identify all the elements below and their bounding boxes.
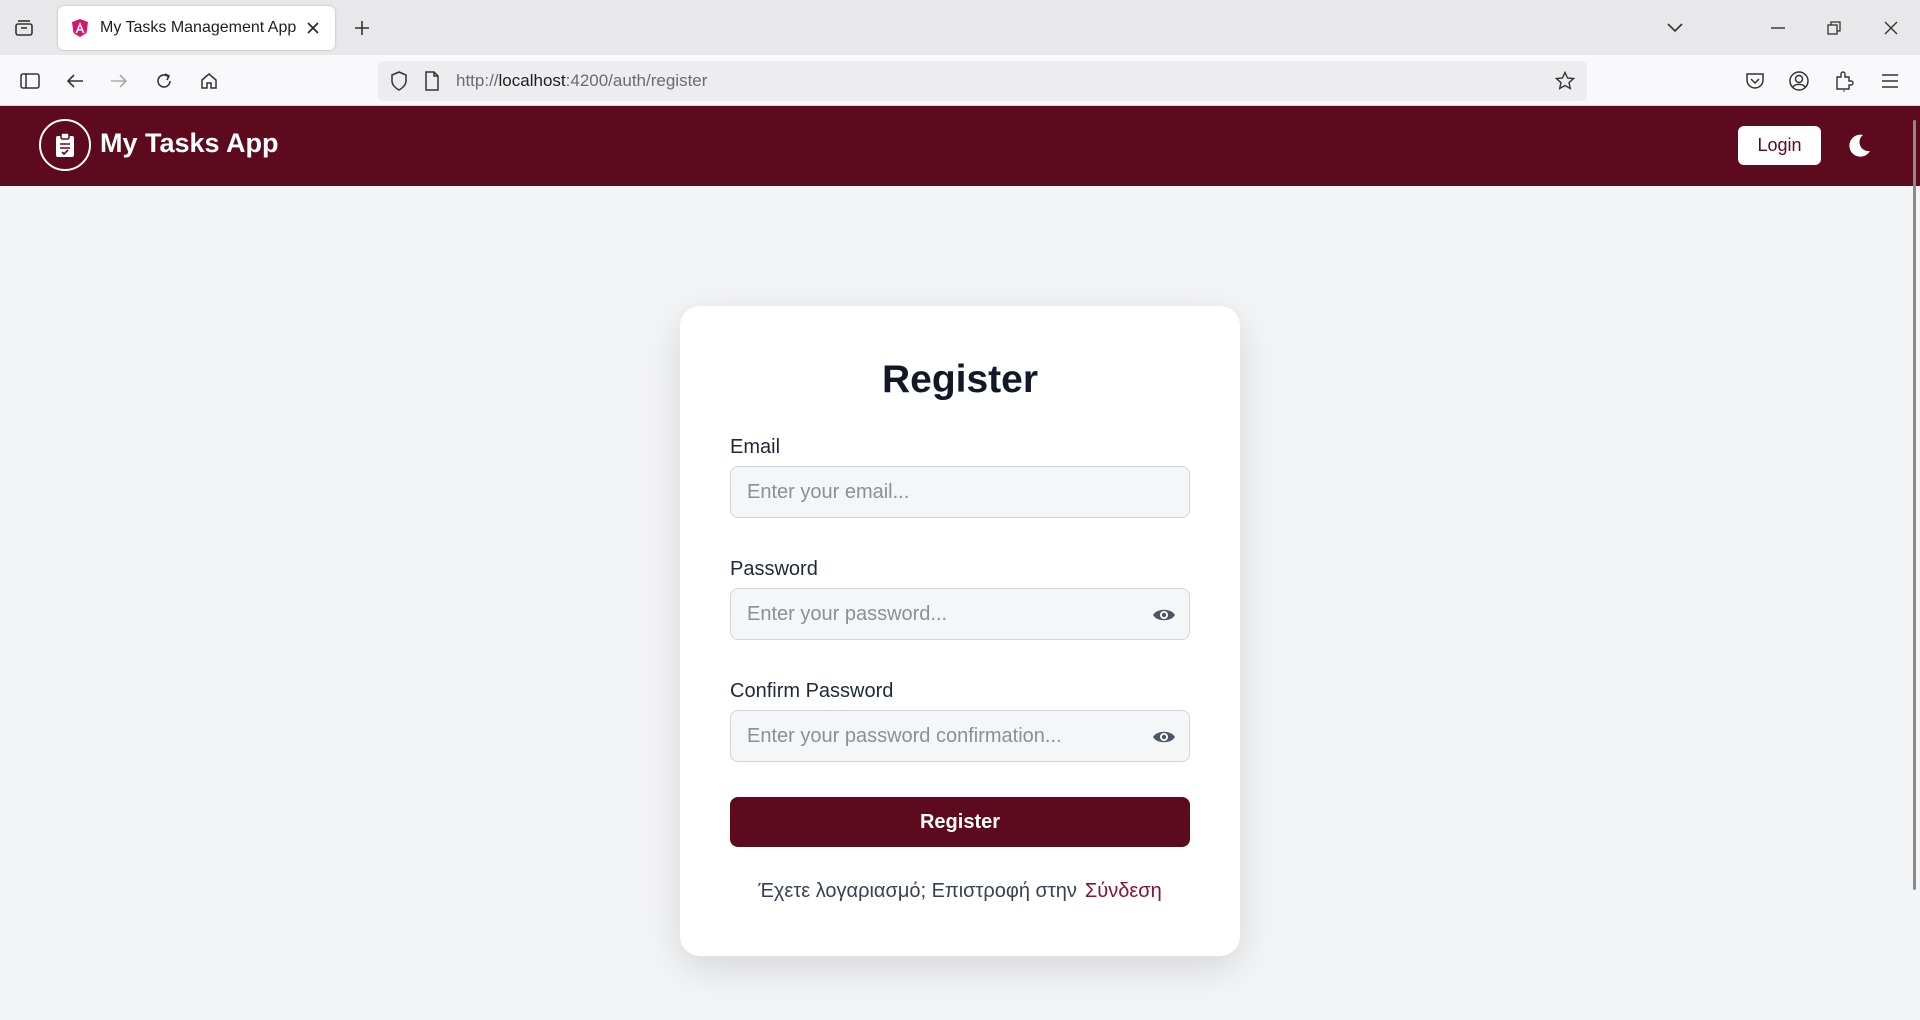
account-icon[interactable]	[1785, 67, 1813, 95]
clipboard-icon[interactable]	[39, 119, 91, 171]
star-icon[interactable]	[1554, 70, 1576, 96]
password-field-wrapper	[730, 588, 1190, 640]
email-label: Email	[730, 436, 781, 458]
url-bar[interactable]: http://localhost:4200/auth/register	[378, 61, 1587, 101]
password-field[interactable]	[731, 589, 1189, 639]
email-field-wrapper	[730, 466, 1190, 518]
chevron-down-icon[interactable]	[1661, 14, 1689, 42]
shield-icon[interactable]	[390, 71, 408, 96]
close-icon[interactable]	[299, 14, 327, 42]
forward-icon[interactable]	[105, 67, 133, 95]
sidebar-icon[interactable]	[16, 67, 44, 95]
new-tab-icon[interactable]	[350, 16, 374, 40]
eye-icon[interactable]	[1151, 725, 1177, 749]
login-prompt-text: Έχετε λογαριασμό; Επιστροφή στην	[758, 880, 1077, 902]
tab-title: My Tasks Management App	[100, 19, 297, 36]
browser-navbar: http://localhost:4200/auth/register	[0, 55, 1920, 106]
confirm-password-field-wrapper	[730, 710, 1190, 762]
moon-icon[interactable]	[1846, 133, 1872, 159]
register-button[interactable]: Register	[730, 797, 1190, 847]
form-title: Register	[881, 358, 1039, 401]
window-close-icon[interactable]	[1877, 14, 1905, 42]
app-header: My Tasks App Login	[0, 106, 1920, 186]
register-card: Register Email Password Confirm Password…	[680, 306, 1240, 956]
login-button[interactable]: Login	[1738, 126, 1821, 165]
email-field[interactable]	[731, 467, 1189, 517]
url-text[interactable]: http://localhost:4200/auth/register	[456, 71, 707, 91]
tab-list-icon[interactable]	[12, 16, 36, 40]
extensions-icon[interactable]	[1830, 67, 1858, 95]
angular-icon	[70, 18, 90, 38]
login-link[interactable]: Σύνδεση	[1085, 880, 1162, 902]
home-icon[interactable]	[195, 67, 223, 95]
menu-icon[interactable]	[1876, 67, 1904, 95]
reload-icon[interactable]	[150, 67, 178, 95]
restore-icon[interactable]	[1820, 14, 1848, 42]
eye-icon[interactable]	[1151, 603, 1177, 627]
password-label: Password	[730, 558, 818, 580]
minimize-icon[interactable]	[1764, 14, 1792, 42]
browser-tabbar: My Tasks Management App	[0, 0, 1920, 55]
app-title[interactable]: My Tasks App	[100, 128, 279, 159]
back-icon[interactable]	[61, 67, 89, 95]
pocket-icon[interactable]	[1741, 67, 1769, 95]
page-icon[interactable]	[424, 71, 440, 96]
browser-tab[interactable]: My Tasks Management App	[58, 6, 335, 50]
confirm-password-field[interactable]	[731, 711, 1189, 761]
confirm-password-label: Confirm Password	[730, 680, 894, 702]
login-prompt: Έχετε λογαριασμό; Επιστροφή στην Σύνδεση	[680, 880, 1240, 903]
scrollbar[interactable]	[1913, 120, 1916, 890]
